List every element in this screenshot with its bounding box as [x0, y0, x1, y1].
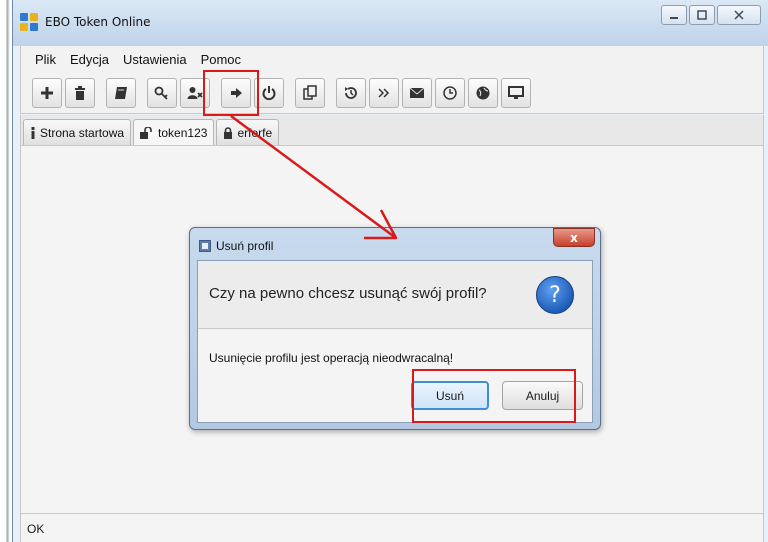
monitor-icon — [508, 85, 524, 99]
question-icon: ? — [536, 276, 574, 314]
menu-edycja[interactable]: Edycja — [70, 52, 109, 67]
window-title: EBO Token Online — [45, 15, 151, 29]
status-bar: OK — [20, 513, 764, 542]
menu-pomoc[interactable]: Pomoc — [201, 52, 241, 67]
tab-label: Strona startowa — [40, 125, 125, 140]
menu-bar: Plik Edycja Ustawienia Pomoc — [20, 46, 764, 72]
copy-button[interactable] — [295, 77, 325, 108]
app-icon — [20, 13, 38, 31]
maximize-icon — [697, 10, 707, 20]
key-button[interactable] — [147, 77, 177, 108]
background-edge — [0, 0, 12, 542]
title-bar: EBO Token Online — [13, 0, 768, 46]
minimize-icon — [670, 17, 678, 19]
power-icon — [262, 85, 276, 100]
tab-label: token123 — [158, 125, 208, 140]
mail-button[interactable] — [402, 77, 432, 108]
clock-icon — [443, 85, 457, 100]
user-remove-icon — [187, 86, 203, 99]
globe-icon — [476, 86, 490, 99]
clock-button[interactable] — [435, 77, 465, 108]
toolbar — [20, 72, 764, 114]
copy-icon — [303, 84, 317, 100]
close-button[interactable] — [717, 5, 761, 25]
delete-button[interactable] — [65, 77, 95, 108]
dialog-header: Czy na pewno chcesz usunąć swój profil? … — [198, 261, 592, 329]
trash-icon — [75, 85, 85, 100]
dialog-message: Usunięcie profilu jest operacją nieodwra… — [209, 351, 454, 365]
dialog-close-button[interactable]: x — [553, 228, 595, 247]
add-button[interactable] — [32, 77, 62, 108]
tab-token123[interactable]: token123 — [133, 119, 215, 145]
history-icon — [345, 86, 357, 99]
maximize-button[interactable] — [689, 5, 715, 25]
tab-bar: Strona startowa token123 erferfe — [20, 115, 764, 145]
dialog-question: Czy na pewno chcesz usunąć swój profil? — [209, 285, 487, 302]
highlight-dialog-buttons — [412, 369, 576, 423]
window-controls — [659, 5, 761, 25]
close-icon — [734, 10, 744, 20]
dialog-window-icon — [199, 240, 211, 252]
menu-ustawienia[interactable]: Ustawienia — [123, 52, 187, 67]
status-text: OK — [27, 522, 45, 536]
minimize-button[interactable] — [661, 5, 687, 25]
close-icon: x — [570, 230, 578, 245]
globe-button[interactable] — [468, 77, 498, 108]
book-icon — [115, 86, 127, 99]
menu-plik[interactable]: Plik — [35, 52, 56, 67]
tab-erferfe[interactable]: erferfe — [216, 119, 280, 145]
tab-strona-startowa[interactable]: Strona startowa — [23, 119, 132, 145]
dialog-title: Usuń profil — [216, 239, 274, 253]
book-button[interactable] — [106, 77, 136, 108]
lock-icon — [223, 126, 233, 139]
info-icon — [30, 126, 36, 139]
plus-icon — [41, 86, 53, 99]
double-chevron-icon — [378, 87, 390, 98]
history-button[interactable] — [336, 77, 366, 108]
tab-label: erferfe — [237, 125, 273, 140]
highlight-remove-user-button — [203, 70, 259, 116]
mail-icon — [409, 87, 425, 98]
unlock-icon — [140, 126, 154, 139]
key-icon — [154, 86, 168, 100]
monitor-button[interactable] — [501, 77, 531, 108]
forward-button[interactable] — [369, 77, 399, 108]
